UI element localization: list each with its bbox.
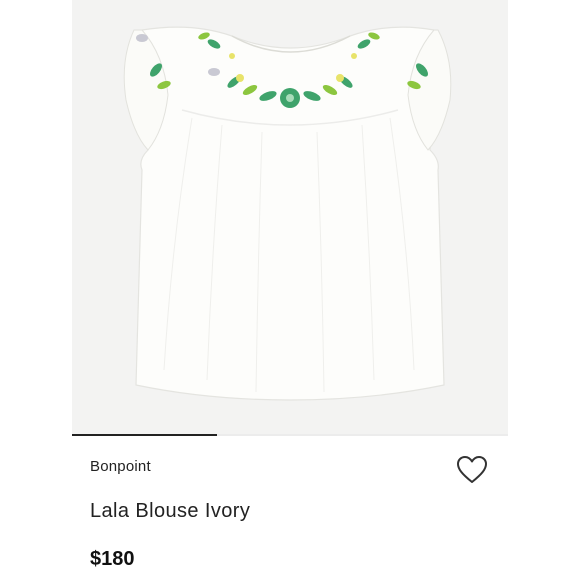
blouse-illustration (123, 26, 452, 401)
product-price: $180 (90, 548, 135, 570)
product-title: Lala Blouse Ivory (90, 500, 251, 522)
heart-icon (457, 456, 487, 483)
product-image[interactable] (72, 0, 508, 436)
blouse-body (135, 26, 445, 401)
like-button[interactable] (454, 452, 490, 488)
product-listing: Bonpoint Lala Blouse Ivory $180 (0, 0, 580, 580)
brand-name[interactable]: Bonpoint (90, 458, 151, 475)
listing-info: Bonpoint Lala Blouse Ivory $180 (72, 436, 508, 580)
